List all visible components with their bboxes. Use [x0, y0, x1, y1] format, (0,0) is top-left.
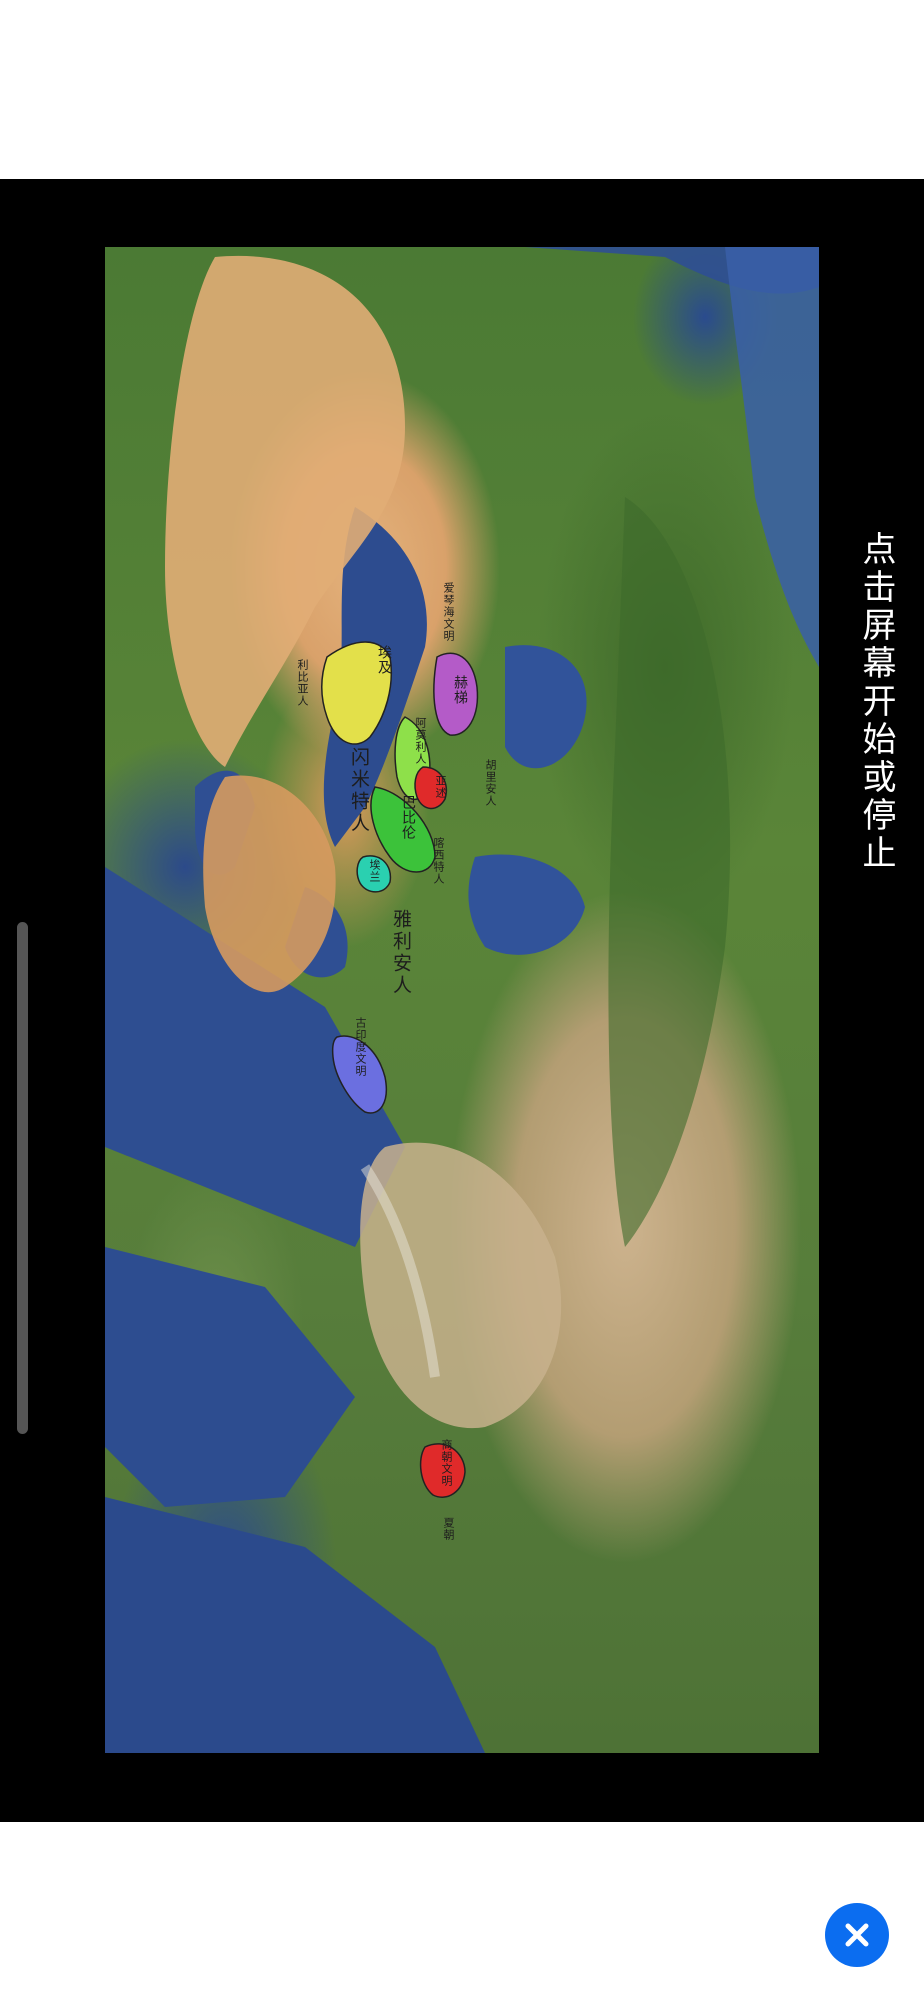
black-sea	[505, 645, 587, 769]
bay-of-bengal	[105, 1247, 355, 1507]
label-shang: 商朝文明	[440, 1439, 453, 1487]
arctic-ocean	[725, 247, 819, 667]
label-elam: 埃兰	[368, 859, 381, 883]
world-map[interactable]: 爱琴海文明 赫梯 埃及 利比亚人 阿莫利人 胡里安人 亚述 巴比伦 闪米特人 喀…	[105, 247, 819, 1753]
label-egypt: 埃及	[376, 645, 392, 675]
label-kassites: 喀西特人	[432, 837, 445, 885]
caspian-sea	[468, 854, 585, 955]
label-xia: 夏朝	[442, 1517, 455, 1541]
label-arameans: 阿莫利人	[414, 717, 427, 765]
label-indo-iranians: 雅利安人	[390, 909, 412, 997]
central-asian-plateau	[360, 1142, 562, 1429]
label-babylon: 巴比伦	[400, 795, 416, 840]
pacific-ocean	[105, 1497, 485, 1753]
map-terrain	[105, 247, 819, 1753]
label-semites: 闪米特人	[348, 747, 370, 835]
label-hittites: 赫梯	[452, 675, 468, 705]
label-indus: 古印度文明	[354, 1017, 367, 1077]
scroll-handle[interactable]	[17, 922, 28, 1434]
close-button[interactable]	[825, 1903, 889, 1967]
label-assyria: 亚述	[434, 775, 447, 799]
label-hurrians: 胡里安人	[484, 759, 497, 807]
close-icon	[845, 1923, 869, 1947]
video-player[interactable]: 爱琴海文明 赫梯 埃及 利比亚人 阿莫利人 胡里安人 亚述 巴比伦 闪米特人 喀…	[0, 179, 924, 1822]
siberia-forest	[608, 497, 731, 1247]
label-aegean: 爱琴海文明	[442, 582, 455, 642]
label-libyans: 利比亚人	[296, 659, 309, 707]
page: 爱琴海文明 赫梯 埃及 利比亚人 阿莫利人 胡里安人 亚述 巴比伦 闪米特人 喀…	[0, 0, 924, 2000]
tap-to-toggle-hint: 点击屏幕开始或停止	[856, 531, 896, 873]
